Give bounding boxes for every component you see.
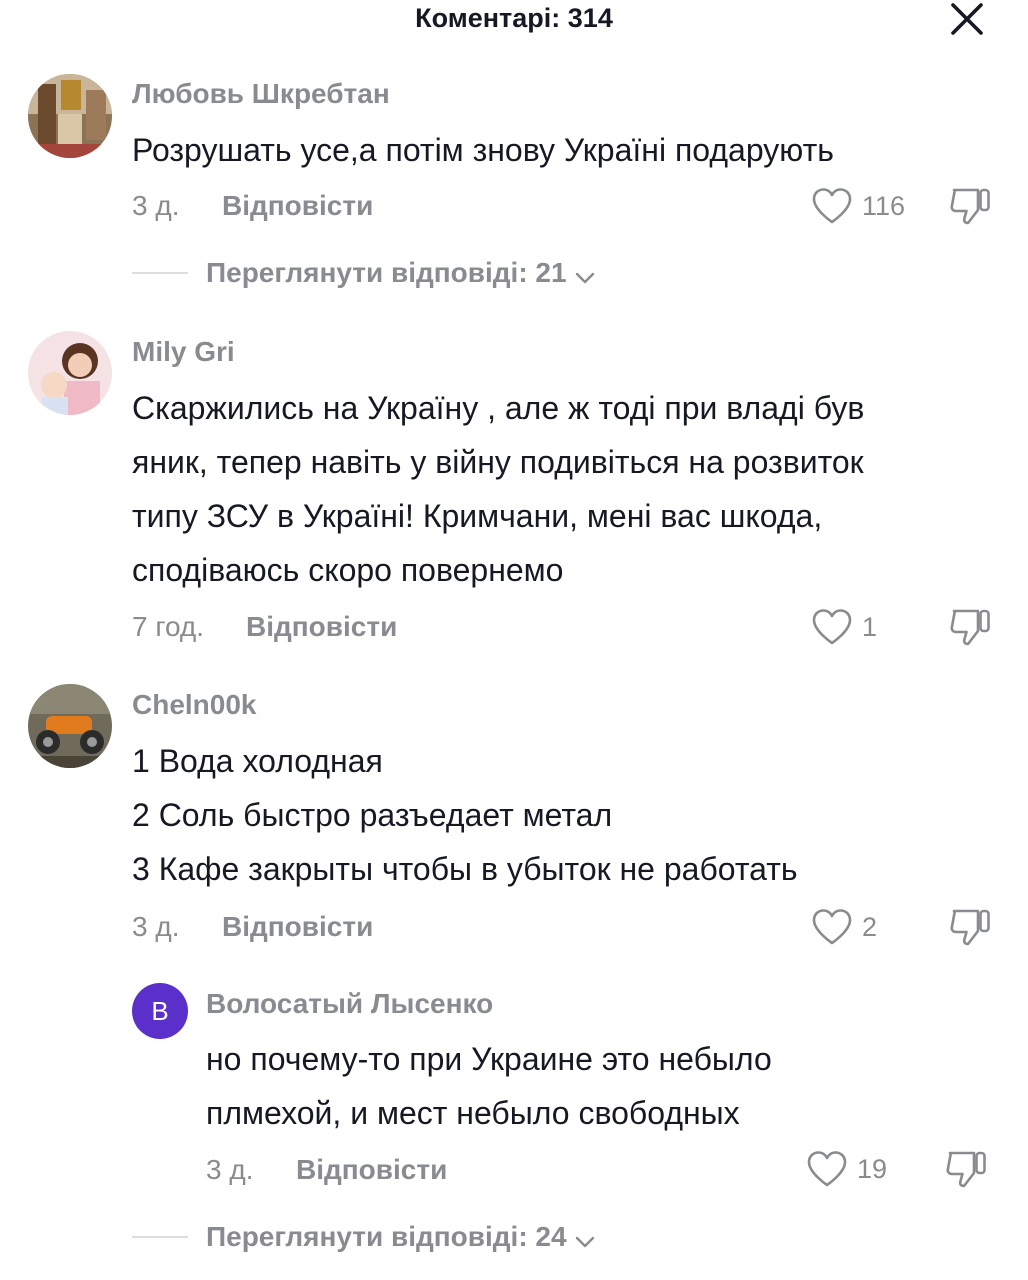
reply-text-line: но почему-то при Украине это небыло — [206, 1041, 772, 1077]
chevron-down-icon — [575, 1236, 595, 1247]
thumbs-down-icon — [950, 609, 990, 646]
thumbs-down-icon — [946, 1151, 986, 1188]
comments-title: Коментарі: 314 — [415, 3, 613, 33]
avatar[interactable] — [28, 684, 112, 768]
dislike-button[interactable] — [948, 907, 994, 947]
comment-time: 3 д. — [132, 190, 180, 221]
avatar[interactable] — [28, 74, 112, 158]
like-count: 2 — [862, 912, 878, 942]
like-count: 19 — [857, 1154, 888, 1184]
heart-icon — [812, 909, 852, 945]
avatar[interactable] — [28, 331, 112, 415]
comment-text-line: 2 Соль быстро разъедает метал — [132, 797, 613, 833]
comment-time: 3 д. — [132, 911, 180, 942]
view-replies-button[interactable]: Переглянути відповіді: 24 — [206, 1221, 595, 1253]
reply-button[interactable]: Відповісти — [296, 1154, 447, 1186]
like-count: 116 — [862, 191, 906, 221]
like-button[interactable] — [811, 908, 853, 946]
comment-text-line: яник, тепер навіть у війну подивіться на… — [132, 444, 864, 480]
reply-button[interactable]: Відповісти — [246, 611, 397, 643]
heart-icon — [812, 188, 852, 224]
comment-username[interactable]: Mily Gri — [132, 336, 235, 368]
comment-username[interactable]: Cheln00k — [132, 689, 257, 721]
comment-text-line: Розрушать усе,а потім знову Україні пода… — [132, 132, 834, 168]
like-button[interactable] — [806, 1150, 848, 1188]
replies-divider — [132, 1236, 188, 1238]
comment-text-line: Скаржились на Україну , але ж тоді при в… — [132, 390, 865, 426]
comment-text-line: 1 Вода холодная — [132, 743, 383, 779]
comment-username[interactable]: Любовь Шкребтан — [132, 78, 390, 110]
close-icon — [951, 3, 983, 35]
reply-avatar[interactable]: В — [132, 983, 188, 1039]
like-count: 1 — [862, 612, 878, 642]
like-button[interactable] — [811, 608, 853, 646]
reply-username[interactable]: Волосатый Лысенко — [206, 988, 493, 1020]
close-button[interactable] — [944, 0, 990, 40]
comment-text-line: 3 Кафе закрыты чтобы в убыток не работат… — [132, 851, 798, 887]
reply-time: 3 д. — [206, 1154, 254, 1185]
reply-button[interactable]: Відповісти — [222, 190, 373, 222]
reply-button[interactable]: Відповісти — [222, 911, 373, 943]
view-replies-button[interactable]: Переглянути відповіді: 21 — [206, 257, 595, 289]
thumbs-down-icon — [950, 909, 990, 946]
view-replies-label: Переглянути відповіді: 21 — [206, 257, 567, 288]
like-button[interactable] — [811, 187, 853, 225]
comment-time: 7 год. — [132, 611, 205, 642]
reply-text-line: плмехой, и мест небыло свободных — [206, 1095, 740, 1131]
heart-icon — [812, 609, 852, 645]
thumbs-down-icon — [950, 188, 990, 225]
comment-text-line: типу ЗСУ в Україні! Кримчани, мені вас ш… — [132, 498, 823, 534]
heart-icon — [807, 1151, 847, 1187]
dislike-button[interactable] — [948, 186, 994, 226]
view-replies-label: Переглянути відповіді: 24 — [206, 1221, 567, 1252]
avatar-initial: В — [151, 995, 169, 1026]
dislike-button[interactable] — [948, 607, 994, 647]
replies-divider — [132, 272, 188, 274]
comment-text-line: сподіваюсь скоро повернемо — [132, 552, 564, 588]
chevron-down-icon — [575, 272, 595, 283]
dislike-button[interactable] — [944, 1149, 990, 1189]
